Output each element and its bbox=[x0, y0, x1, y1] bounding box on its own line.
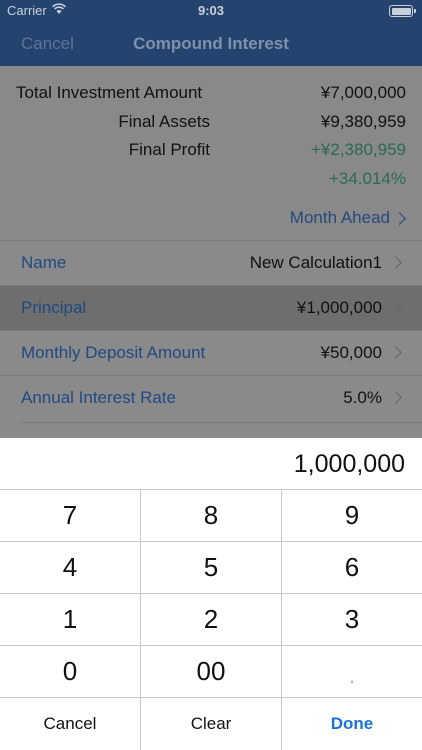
final-assets-label: Final Assets bbox=[118, 112, 210, 131]
chevron-right-icon bbox=[389, 301, 402, 314]
key-1[interactable]: 1 bbox=[0, 594, 141, 646]
total-investment-label: Total Investment Amount bbox=[16, 83, 203, 102]
key-2[interactable]: 2 bbox=[141, 594, 282, 646]
keypad-cancel-button[interactable]: Cancel bbox=[0, 698, 141, 750]
list-item-label: Annual Interest Rate bbox=[21, 388, 176, 407]
list-item-value: ¥1,000,000 bbox=[296, 298, 382, 317]
chevron-right-icon bbox=[389, 256, 402, 269]
list-item-value: New Calculation1 bbox=[249, 253, 382, 272]
final-profit-percent: +34.014% bbox=[328, 169, 406, 188]
key-5[interactable]: 5 bbox=[141, 542, 282, 594]
chevron-right-icon bbox=[389, 391, 402, 404]
key-00[interactable]: 00 bbox=[141, 646, 282, 698]
month-ahead-button[interactable]: Month Ahead bbox=[290, 208, 390, 228]
numeric-keypad: 1,000,000 7 8 9 4 5 6 1 2 3 0 00 . Cance… bbox=[0, 438, 422, 750]
list-item-label: Principal bbox=[21, 298, 87, 317]
key-3[interactable]: 3 bbox=[282, 594, 422, 646]
navigation-bar: Cancel Compound Interest bbox=[0, 22, 422, 66]
key-0[interactable]: 0 bbox=[0, 646, 141, 698]
list-item-monthly-deposit[interactable]: Monthly Deposit Amount ¥50,000 bbox=[0, 330, 422, 375]
list-item-value: 5.0% bbox=[343, 388, 382, 407]
key-9[interactable]: 9 bbox=[282, 490, 422, 542]
status-bar: Carrier 9:03 bbox=[0, 0, 422, 22]
keypad-clear-button[interactable]: Clear bbox=[141, 698, 282, 750]
keypad-display-value: 1,000,000 bbox=[293, 450, 405, 478]
list-item-name[interactable]: Name New Calculation1 bbox=[0, 240, 422, 285]
month-ahead-chevron-icon bbox=[393, 212, 406, 225]
key-decimal[interactable]: . bbox=[282, 646, 422, 698]
settings-list: Name New Calculation1 Principal ¥1,000,0… bbox=[0, 240, 422, 438]
list-item-annual-interest-rate[interactable]: Annual Interest Rate 5.0% bbox=[0, 375, 422, 420]
key-7[interactable]: 7 bbox=[0, 490, 141, 542]
summary-panel: Total Investment Amount ¥7,000,000 Final… bbox=[0, 66, 422, 240]
keypad-display: 1,000,000 bbox=[0, 438, 422, 490]
page-title: Compound Interest bbox=[133, 34, 289, 53]
final-assets-value: ¥9,380,959 bbox=[320, 112, 406, 131]
list-item-label: Monthly Deposit Amount bbox=[21, 343, 206, 362]
total-investment-value: ¥7,000,000 bbox=[320, 83, 406, 102]
list-item-principal[interactable]: Principal ¥1,000,000 bbox=[0, 285, 422, 330]
list-divider bbox=[21, 422, 422, 423]
keypad-keys: 7 8 9 4 5 6 1 2 3 0 00 . Cancel Clear Do… bbox=[0, 490, 422, 750]
key-8[interactable]: 8 bbox=[141, 490, 282, 542]
final-profit-value: +¥2,380,959 bbox=[310, 140, 406, 159]
final-profit-label: Final Profit bbox=[128, 140, 210, 159]
list-item-value: ¥50,000 bbox=[320, 343, 382, 362]
key-4[interactable]: 4 bbox=[0, 542, 141, 594]
status-time: 9:03 bbox=[197, 3, 225, 18]
keypad-done-button[interactable]: Done bbox=[282, 698, 422, 750]
battery-icon bbox=[389, 5, 416, 17]
key-6[interactable]: 6 bbox=[282, 542, 422, 594]
chevron-right-icon bbox=[389, 346, 402, 359]
list-item-label: Name bbox=[21, 253, 67, 272]
